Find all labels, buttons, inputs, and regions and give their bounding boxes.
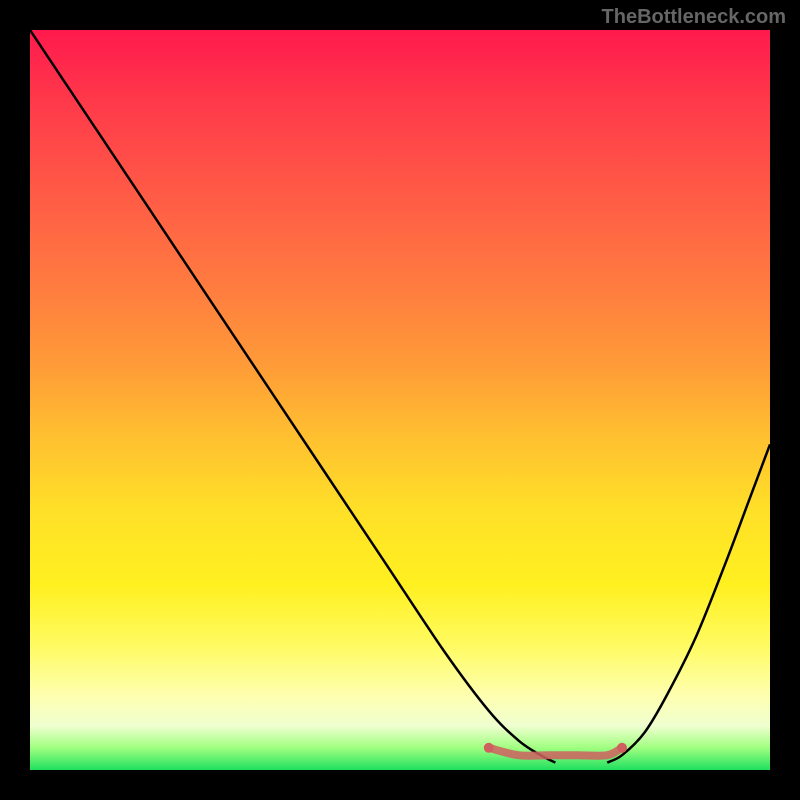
left-curve <box>30 30 555 763</box>
attribution-text: TheBottleneck.com <box>602 6 786 29</box>
band-endpoint-left <box>484 743 494 753</box>
band-endpoint-right <box>617 743 627 753</box>
optimal-band-marker <box>489 748 622 756</box>
right-curve <box>607 444 770 762</box>
chart-plot-area <box>30 30 770 770</box>
chart-svg <box>30 30 770 770</box>
